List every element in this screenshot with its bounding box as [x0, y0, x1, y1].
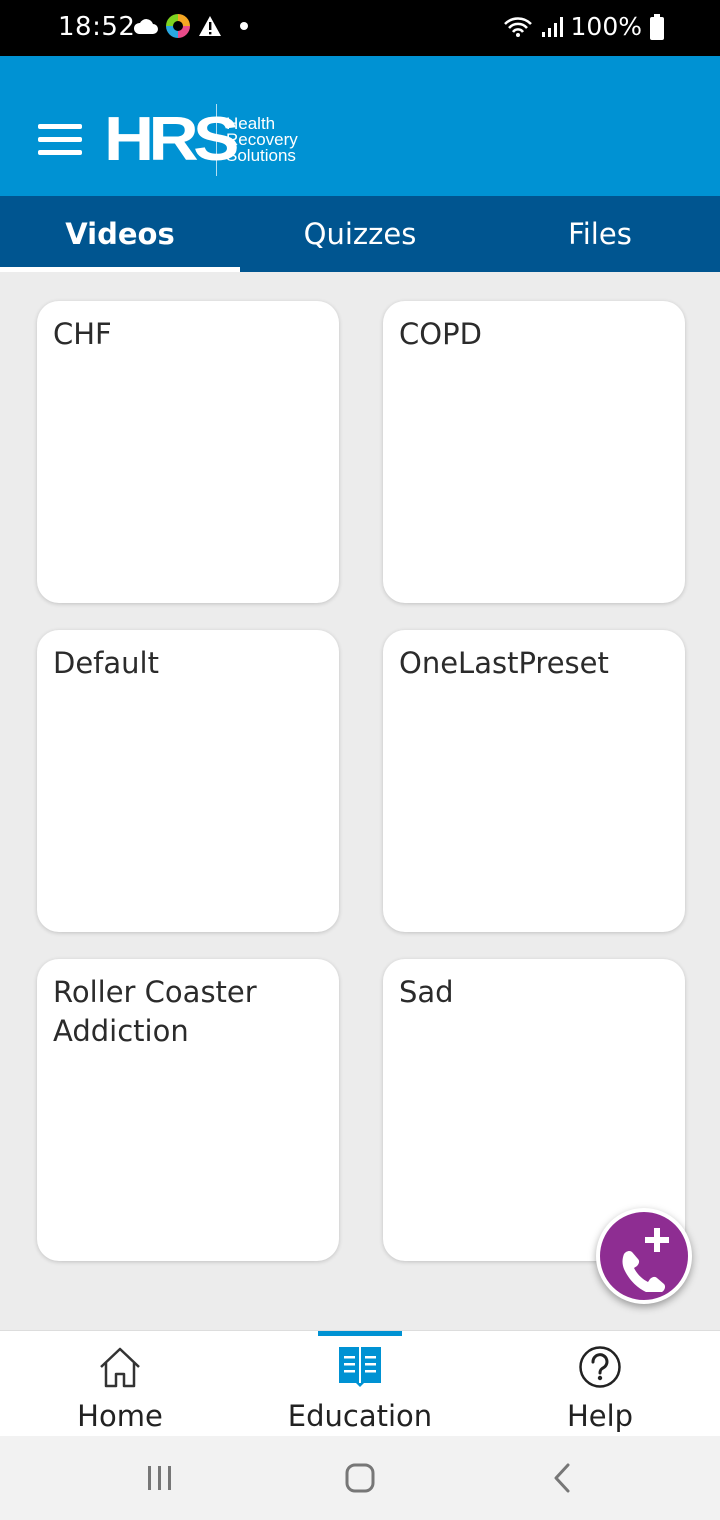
phone-add-icon [622, 1228, 669, 1292]
bottom-navigation: Home Education Help [0, 1330, 720, 1436]
app-notification-icon [166, 14, 190, 38]
video-categories-grid: CHF COPD Default OneLastPreset Roller Co… [0, 272, 720, 1330]
category-card-default[interactable]: Default [37, 630, 339, 932]
warning-icon [199, 16, 221, 36]
category-card-onelastpreset[interactable]: OneLastPreset [383, 630, 685, 932]
card-title: COPD [399, 317, 482, 351]
book-icon [339, 1347, 381, 1387]
tab-bar: Videos Quizzes Files [0, 196, 720, 272]
back-icon[interactable] [550, 1460, 574, 1496]
dot-icon [240, 22, 248, 30]
cloud-icon [133, 19, 158, 34]
nav-label-education: Education [287, 1399, 433, 1433]
status-bar: 18:52 100% [0, 0, 720, 56]
logo-text: Health Recovery Solutions [226, 115, 298, 165]
battery-icon [650, 13, 664, 40]
card-title: CHF [53, 317, 112, 351]
card-title: OneLastPreset [399, 646, 609, 680]
card-title: Roller Coaster Addiction [53, 975, 257, 1048]
help-icon [579, 1346, 621, 1388]
wifi-icon [503, 16, 532, 37]
battery-percent: 100% [570, 12, 642, 41]
logo-mark: HRS [104, 105, 239, 174]
status-time: 18:52 [58, 12, 136, 42]
home-circle-icon[interactable] [344, 1460, 376, 1496]
card-title: Sad [399, 975, 454, 1009]
tab-files[interactable]: Files [480, 196, 720, 272]
nav-label-home: Home [77, 1399, 163, 1433]
card-title: Default [53, 646, 159, 680]
category-card-chf[interactable]: CHF [37, 301, 339, 603]
system-navigation-bar [0, 1436, 720, 1520]
status-icons-right: 100% [503, 12, 664, 41]
home-icon [100, 1347, 140, 1388]
category-card-roller-coaster-addiction[interactable]: Roller Coaster Addiction [37, 959, 339, 1261]
nav-item-education[interactable]: Education [240, 1331, 480, 1437]
nav-item-help[interactable]: Help [480, 1331, 720, 1437]
signal-icon [541, 16, 563, 37]
hrs-logo: HRS Health Recovery Solutions [104, 104, 298, 176]
nav-item-home[interactable]: Home [0, 1331, 240, 1437]
tab-videos[interactable]: Videos [0, 196, 240, 272]
nav-label-help: Help [566, 1399, 634, 1433]
status-icons-left [132, 14, 248, 38]
tab-quizzes[interactable]: Quizzes [240, 196, 480, 272]
logo-line-3: Solutions [226, 146, 296, 165]
app-bar: HRS Health Recovery Solutions [0, 56, 720, 196]
call-fab-button[interactable] [596, 1208, 692, 1304]
category-card-copd[interactable]: COPD [383, 301, 685, 603]
hamburger-menu-icon[interactable] [38, 124, 82, 158]
recents-icon[interactable] [146, 1460, 174, 1496]
